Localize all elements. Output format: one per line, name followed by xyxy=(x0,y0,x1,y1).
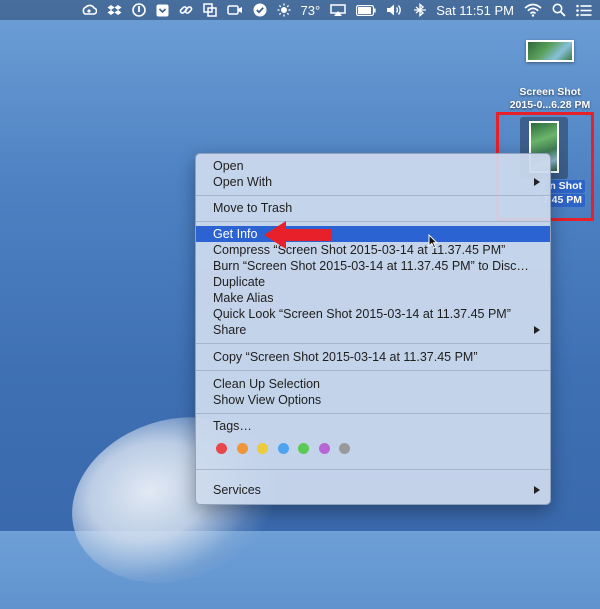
tag-blue[interactable] xyxy=(277,443,289,454)
tag-orange[interactable] xyxy=(236,443,248,454)
menu-item-quick-look[interactable]: Quick Look “Screen Shot 2015-03-14 at 11… xyxy=(196,306,550,322)
info-icon[interactable] xyxy=(131,0,146,20)
annotation-red-arrow-icon xyxy=(264,221,332,249)
menu-item-show-view-options[interactable]: Show View Options xyxy=(196,392,550,408)
checkmark-icon[interactable] xyxy=(253,0,267,20)
menu-item-share[interactable]: Share xyxy=(196,322,550,338)
submenu-arrow-icon xyxy=(534,326,540,334)
menu-item-services[interactable]: Services xyxy=(196,482,550,498)
tag-gray[interactable] xyxy=(339,443,350,454)
menu-item-label: Services xyxy=(213,483,261,497)
menu-separator xyxy=(196,413,550,414)
spotlight-search-icon[interactable] xyxy=(552,0,566,20)
menu-item-make-alias[interactable]: Make Alias xyxy=(196,290,550,306)
tag-green[interactable] xyxy=(298,443,309,454)
file-label-line: 2015-0...6.28 PM xyxy=(509,99,591,111)
menu-item-clean-up-selection[interactable]: Clean Up Selection xyxy=(196,376,550,392)
menu-separator xyxy=(196,195,550,196)
bluetooth-icon[interactable] xyxy=(414,0,427,20)
menu-item-label: Share xyxy=(213,323,247,337)
pocket-icon[interactable] xyxy=(156,0,169,20)
tag-yellow[interactable] xyxy=(257,443,268,454)
creative-cloud-icon[interactable] xyxy=(81,0,97,20)
file-label-line: Screen Shot xyxy=(519,86,581,98)
menubar-clock[interactable]: Sat 11:51 PM xyxy=(436,0,514,20)
menu-separator xyxy=(196,343,550,344)
screenshot-file-label-1[interactable]: Screen Shot 2015-0...6.28 PM xyxy=(500,86,600,112)
menu-separator xyxy=(196,469,550,470)
menu-separator xyxy=(196,370,550,371)
menu-item-burn-to-disc[interactable]: Burn “Screen Shot 2015-03-14 at 11.37.45… xyxy=(196,258,550,274)
battery-icon[interactable] xyxy=(356,0,376,20)
menu-item-duplicate[interactable]: Duplicate xyxy=(196,274,550,290)
screens-icon[interactable] xyxy=(202,0,217,20)
menu-item-open[interactable]: Open xyxy=(196,158,550,174)
mouse-pointer-icon xyxy=(428,234,438,249)
submenu-arrow-icon xyxy=(534,178,540,186)
menu-item-open-with[interactable]: Open With xyxy=(196,174,550,190)
menu-item-copy[interactable]: Copy “Screen Shot 2015-03-14 at 11.37.45… xyxy=(196,349,550,365)
wifi-icon[interactable] xyxy=(524,0,542,20)
link-icon[interactable] xyxy=(179,0,193,20)
menu-bar: 73° Sat 11:51 PM xyxy=(0,0,600,20)
screenshot-file-thumbnail-1[interactable] xyxy=(526,40,574,62)
menu-item-tags[interactable]: Tags… xyxy=(196,418,550,434)
menu-item-label: Open With xyxy=(213,175,273,189)
menu-item-move-to-trash[interactable]: Move to Trash xyxy=(196,200,550,216)
tag-red[interactable] xyxy=(216,443,227,454)
menu-separator xyxy=(196,221,550,222)
weather-sun-icon[interactable] xyxy=(277,0,291,20)
notification-center-icon[interactable] xyxy=(576,0,592,20)
menu-item-get-info[interactable]: Get Info xyxy=(196,226,550,242)
weather-temperature[interactable]: 73° xyxy=(301,0,321,20)
tag-color-row xyxy=(216,443,360,454)
menu-item-compress[interactable]: Compress “Screen Shot 2015-03-14 at 11.3… xyxy=(196,242,550,258)
tag-purple[interactable] xyxy=(318,443,330,454)
submenu-arrow-icon xyxy=(534,486,540,494)
airplay-icon[interactable] xyxy=(330,0,346,20)
dropbox-icon[interactable] xyxy=(107,0,122,20)
context-menu: Open Open With Move to Trash Get Info Co… xyxy=(195,153,551,505)
screenshot-thumbnail-image xyxy=(528,42,572,60)
volume-icon[interactable] xyxy=(386,0,404,20)
facetime-camera-icon[interactable] xyxy=(226,0,243,20)
